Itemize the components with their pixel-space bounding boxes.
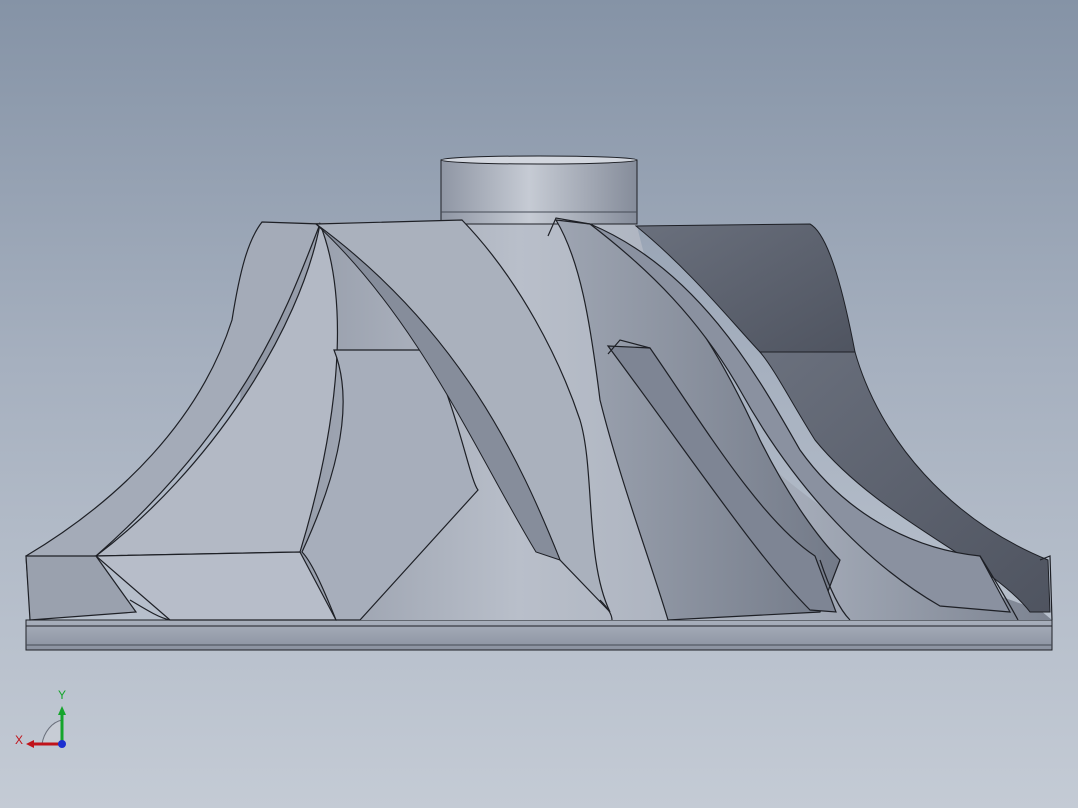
impeller-nose-cap[interactable]	[440, 155, 638, 225]
graphics-viewport[interactable]: X Y	[0, 0, 1078, 808]
y-axis-label: Y	[58, 688, 66, 702]
x-axis-label: X	[15, 733, 23, 747]
blade-left[interactable]	[25, 221, 338, 621]
z-axis-dot	[58, 740, 66, 748]
impeller-model[interactable]	[0, 0, 1078, 808]
impeller-base[interactable]	[25, 619, 1053, 651]
coordinate-triad: X Y	[15, 688, 66, 748]
